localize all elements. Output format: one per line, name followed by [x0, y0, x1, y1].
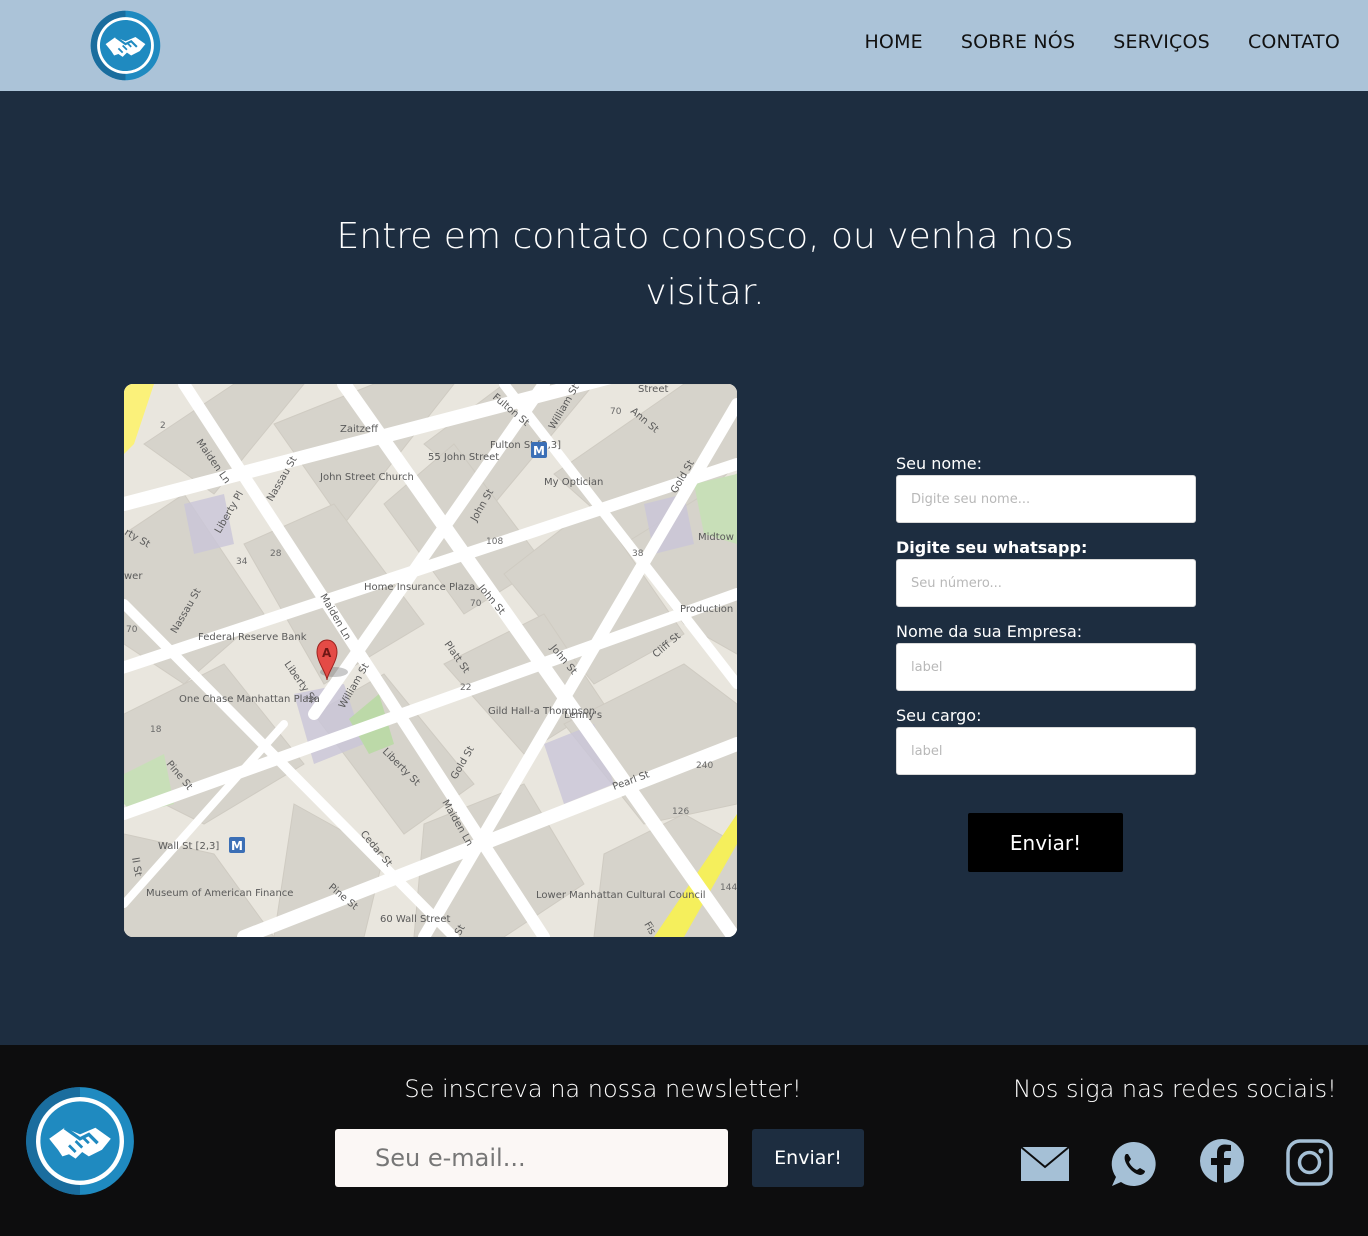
- contact-section: Entre em contato conosco, ou venha nos v…: [0, 91, 1368, 1045]
- svg-text:A: A: [322, 646, 332, 660]
- svg-text:38: 38: [632, 549, 644, 559]
- submit-button[interactable]: Enviar!: [968, 813, 1123, 872]
- map-place-label: Federal Reserve Bank: [198, 632, 307, 643]
- name-field[interactable]: [896, 475, 1196, 523]
- svg-text:126: 126: [672, 807, 689, 817]
- company-label: Nome da sua Empresa:: [896, 622, 1083, 641]
- company-field[interactable]: [896, 643, 1196, 691]
- map-place-label: Museum of American Finance: [146, 888, 293, 899]
- svg-text:2: 2: [160, 421, 166, 431]
- newsletter-title: Se inscreva na nossa newsletter!: [404, 1075, 802, 1103]
- map-place-label: 55 John Street: [428, 452, 499, 463]
- location-map[interactable]: Maiden Ln Nassau St Fulton St William St…: [124, 384, 737, 937]
- handshake-icon[interactable]: [25, 1086, 135, 1196]
- instagram-icon[interactable]: [1285, 1139, 1335, 1189]
- whatsapp-label: Digite seu whatsapp:: [896, 538, 1088, 557]
- svg-text:70: 70: [470, 599, 482, 609]
- svg-text:70: 70: [126, 625, 138, 635]
- map-place-label: Fulton St [2,3]: [490, 440, 561, 451]
- map-place-label: Lower Manhattan Cultural Council: [536, 890, 706, 901]
- map-street-label: Street: [638, 384, 668, 395]
- whatsapp-icon[interactable]: [1109, 1139, 1159, 1189]
- nav-home-link[interactable]: HOME: [864, 31, 922, 53]
- metro-icon: M: [531, 442, 547, 458]
- map-place-label: My Optician: [544, 477, 603, 488]
- newsletter-email-input[interactable]: [335, 1129, 728, 1187]
- nav-contact-link[interactable]: CONTATO: [1248, 31, 1340, 53]
- whatsapp-field[interactable]: [896, 559, 1196, 607]
- metro-icon: M: [229, 837, 245, 853]
- svg-text:108: 108: [486, 537, 503, 547]
- svg-text:M: M: [231, 839, 243, 853]
- map-place-label: 60 Wall Street: [380, 914, 450, 925]
- svg-text:34: 34: [236, 557, 248, 567]
- svg-text:28: 28: [270, 549, 282, 559]
- map-place-label: Zaitzeff: [340, 424, 379, 435]
- facebook-icon[interactable]: [1197, 1139, 1247, 1189]
- svg-text:240: 240: [696, 761, 713, 771]
- map-place-label: John Street Church: [319, 472, 414, 483]
- map-place-label: One Chase Manhattan Plaza: [179, 694, 320, 705]
- svg-text:22: 22: [460, 683, 471, 693]
- map-street-label: wer: [124, 571, 143, 582]
- nav-about-link[interactable]: SOBRE NÓS: [961, 31, 1075, 53]
- map-place-label: Home Insurance Plaza: [364, 582, 475, 593]
- role-field[interactable]: [896, 727, 1196, 775]
- map-place-label: Midtow Downto: [698, 532, 737, 543]
- newsletter-submit-button[interactable]: Enviar!: [752, 1129, 864, 1187]
- map-place-label: Wall St [2,3]: [158, 841, 219, 852]
- role-label: Seu cargo:: [896, 706, 982, 725]
- handshake-icon[interactable]: [90, 10, 161, 81]
- footer: Se inscreva na nossa newsletter! Enviar!…: [0, 1045, 1368, 1236]
- svg-text:18: 18: [150, 725, 162, 735]
- svg-text:70: 70: [610, 407, 622, 417]
- social-title: Nos siga nas redes sociais!: [1013, 1075, 1337, 1103]
- page-title: Entre em contato conosco, ou venha nos v…: [336, 216, 1074, 313]
- map-place-label: Production Dept LLC: [680, 604, 737, 615]
- header: HOME SOBRE NÓS SERVIÇOS CONTATO: [0, 0, 1368, 91]
- mail-icon[interactable]: [1020, 1139, 1070, 1189]
- svg-text:144: 144: [720, 883, 737, 893]
- name-label: Seu nome:: [896, 454, 982, 473]
- contact-form: Seu nome: Digite seu whatsapp: Nome da s…: [896, 453, 1196, 872]
- nav-services-link[interactable]: SERVIÇOS: [1113, 31, 1210, 53]
- map-place-label: Lenny's: [564, 710, 602, 721]
- main-nav: HOME SOBRE NÓS SERVIÇOS CONTATO: [864, 31, 1340, 53]
- svg-text:M: M: [533, 444, 545, 458]
